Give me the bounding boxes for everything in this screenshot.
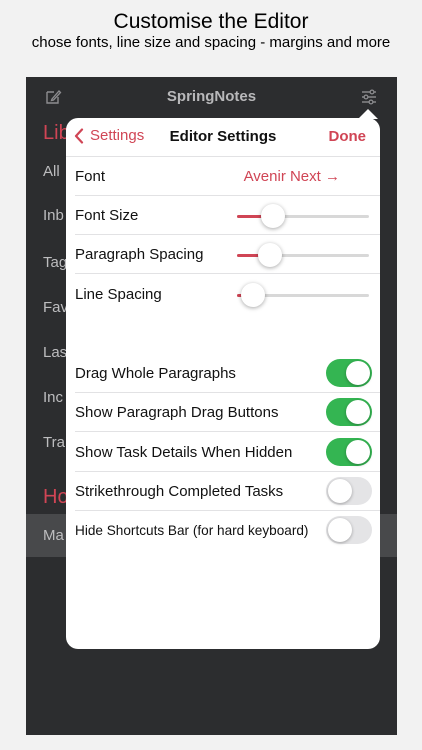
paragraph-spacing-label: Paragraph Spacing (75, 246, 204, 263)
sliders-icon[interactable] (360, 88, 378, 106)
show-drag-buttons-toggle[interactable] (326, 398, 372, 426)
slider-thumb[interactable] (258, 243, 282, 267)
strikethrough-completed-label: Strikethrough Completed Tasks (75, 483, 284, 500)
line-spacing-row: Line Spacing (66, 275, 380, 314)
sidebar-item-all[interactable]: All (43, 163, 60, 180)
font-size-slider[interactable] (237, 204, 369, 228)
paragraph-spacing-slider[interactable] (237, 243, 369, 267)
font-row[interactable]: Font Avenir Next → (66, 157, 380, 196)
sidebar-item-inbox[interactable]: Inb (43, 207, 64, 224)
show-task-details-toggle[interactable] (326, 438, 372, 466)
font-size-row: Font Size (66, 196, 380, 235)
hide-shortcuts-bar-toggle[interactable] (326, 516, 372, 544)
sidebar-item-selected-label: Ma (43, 527, 64, 544)
drag-whole-paragraphs-row: Drag Whole Paragraphs (66, 354, 380, 393)
sidebar-item-trash[interactable]: Tra (43, 434, 65, 451)
hide-shortcuts-bar-row: Hide Shortcuts Bar (for hard keyboard) (66, 511, 380, 550)
font-label: Font (75, 168, 106, 185)
sidebar-item-last[interactable]: Las (43, 344, 67, 361)
promo-title: Customise the Editor (113, 10, 309, 33)
app-bar: SpringNotes (26, 77, 397, 117)
sidebar-heading-home: Ho (43, 486, 69, 508)
show-task-details-label: Show Task Details When Hidden (75, 444, 293, 461)
slider-thumb[interactable] (260, 204, 285, 228)
done-button[interactable]: Done (329, 128, 367, 145)
promo-subtitle: chose fonts, line size and spacing - mar… (31, 34, 391, 51)
sidebar-item-favorites[interactable]: Fav (43, 299, 68, 316)
drag-whole-paragraphs-toggle[interactable] (326, 359, 372, 387)
show-task-details-row: Show Task Details When Hidden (66, 433, 380, 472)
popover-header: Settings Editor Settings Done (66, 118, 380, 157)
line-spacing-label: Line Spacing (75, 286, 162, 303)
slider-thumb[interactable] (240, 283, 265, 307)
line-spacing-slider[interactable] (237, 283, 369, 307)
font-size-label: Font Size (75, 207, 139, 224)
show-drag-buttons-label: Show Paragraph Drag Buttons (75, 404, 279, 421)
paragraph-spacing-row: Paragraph Spacing (66, 235, 380, 274)
sidebar-item-tags[interactable]: Tag (43, 254, 67, 271)
strikethrough-completed-toggle[interactable] (326, 477, 372, 505)
hide-shortcuts-bar-label: Hide Shortcuts Bar (for hard keyboard) (75, 523, 309, 538)
app-title: SpringNotes (166, 88, 257, 105)
editor-settings-popover: Settings Editor Settings Done Font Aveni… (66, 118, 380, 649)
show-drag-buttons-row: Show Paragraph Drag Buttons (66, 393, 380, 432)
sidebar-item-incomplete[interactable]: Inc (43, 389, 63, 406)
strikethrough-completed-row: Strikethrough Completed Tasks (66, 472, 380, 511)
font-value[interactable]: Avenir Next → (244, 168, 340, 185)
drag-whole-paragraphs-label: Drag Whole Paragraphs (75, 365, 236, 382)
